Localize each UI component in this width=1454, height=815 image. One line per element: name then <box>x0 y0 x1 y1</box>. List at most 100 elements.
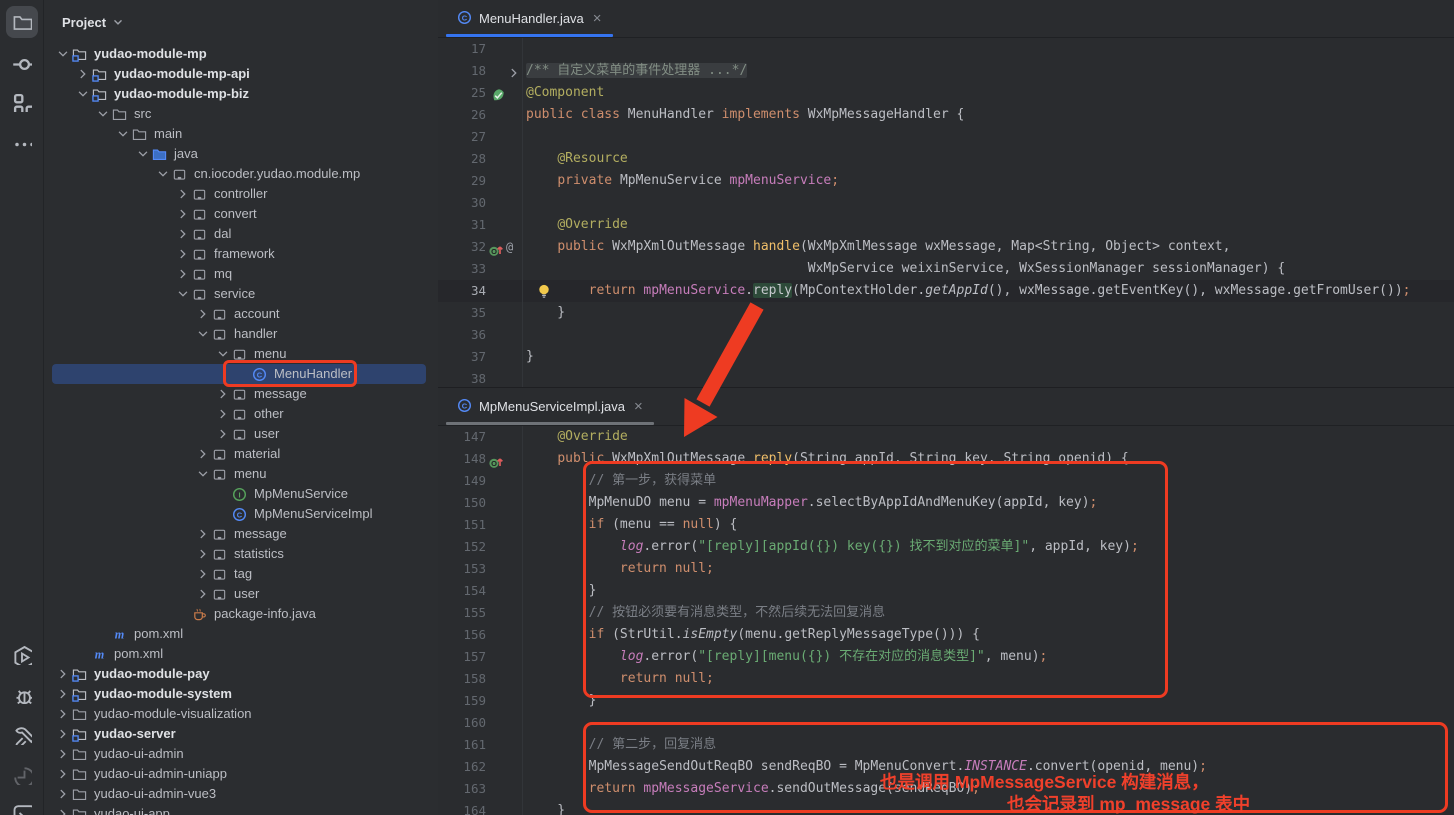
line-number[interactable]: 35 <box>438 302 486 324</box>
code-line-25[interactable]: 25@Component <box>438 82 1454 104</box>
code-line-161[interactable]: 161 // 第二步，回复消息 <box>438 734 1454 756</box>
project-icon[interactable] <box>6 6 38 38</box>
code-line-149[interactable]: 149 // 第一步，获得菜单 <box>438 470 1454 492</box>
code-line-26[interactable]: 26public class MenuHandler implements Wx… <box>438 104 1454 126</box>
tab-menuhandler-java[interactable]: C MenuHandler.java × <box>446 0 613 37</box>
expand-arrow-icon[interactable] <box>54 46 71 62</box>
gutter[interactable] <box>486 800 523 815</box>
line-number[interactable]: 153 <box>438 558 486 580</box>
gutter[interactable] <box>486 426 523 448</box>
gutter[interactable] <box>486 192 523 214</box>
structure-icon[interactable] <box>6 86 38 118</box>
collapse-arrow-icon[interactable] <box>174 226 191 242</box>
code-line-30[interactable]: 30 <box>438 192 1454 214</box>
tree-item-yudao-module-pay[interactable]: yudao-module-pay <box>52 664 426 684</box>
line-number[interactable]: 33 <box>438 258 486 280</box>
code-line-156[interactable]: 156 if (StrUtil.isEmpty(menu.getReplyMes… <box>438 624 1454 646</box>
code-line-163[interactable]: 163 return mpMessageService.sendOutMessa… <box>438 778 1454 800</box>
line-number[interactable]: 29 <box>438 170 486 192</box>
line-number[interactable]: 27 <box>438 126 486 148</box>
line-number[interactable]: 155 <box>438 602 486 624</box>
line-number[interactable]: 31 <box>438 214 486 236</box>
line-number[interactable]: 152 <box>438 536 486 558</box>
collapse-arrow-icon[interactable] <box>54 786 71 802</box>
gutter[interactable] <box>486 778 523 800</box>
code-line-159[interactable]: 159 } <box>438 690 1454 712</box>
gutter[interactable] <box>486 214 523 236</box>
tree-item-service[interactable]: service <box>52 284 426 304</box>
tree-item-statistics[interactable]: statistics <box>52 544 426 564</box>
gutter[interactable] <box>486 580 523 602</box>
more-icon[interactable] <box>6 126 38 158</box>
gutter[interactable] <box>486 368 523 387</box>
tree-item-yudao-module-mp-api[interactable]: yudao-module-mp-api <box>52 64 426 84</box>
code-mpmenuserviceimpl[interactable]: 147 @Override148O public WxMpXmlOutMessa… <box>438 426 1454 815</box>
gutter[interactable] <box>486 624 523 646</box>
project-header[interactable]: Project <box>45 0 437 44</box>
tree-item-src[interactable]: src <box>52 104 426 124</box>
gutter[interactable] <box>486 470 523 492</box>
line-number[interactable]: 28 <box>438 148 486 170</box>
tree-item-yudao-module-system[interactable]: yudao-module-system <box>52 684 426 704</box>
code-line-35[interactable]: 35 } <box>438 302 1454 324</box>
collapse-arrow-icon[interactable] <box>214 426 231 442</box>
line-number[interactable]: 25 <box>438 82 486 104</box>
gutter[interactable] <box>486 280 523 302</box>
tree-item-yudao-ui-admin-vue3[interactable]: yudao-ui-admin-vue3 <box>52 784 426 804</box>
line-number[interactable]: 159 <box>438 690 486 712</box>
tree-item-menuhandler[interactable]: CMenuHandler <box>52 364 426 384</box>
code-line-34[interactable]: 34 return mpMenuService.reply(MpContextH… <box>438 280 1454 302</box>
editor-menuhandler[interactable]: C MenuHandler.java × 1718/** 自定义菜单的事件处理器… <box>438 0 1454 387</box>
code-line-155[interactable]: 155 // 按钮必须要有消息类型，不然后续无法回复消息 <box>438 602 1454 624</box>
gutter[interactable] <box>486 346 523 368</box>
expand-arrow-icon[interactable] <box>174 286 191 302</box>
code-line-148[interactable]: 148O public WxMpXmlOutMessage reply(Stri… <box>438 448 1454 470</box>
collapse-arrow-icon[interactable] <box>214 386 231 402</box>
line-number[interactable]: 154 <box>438 580 486 602</box>
run-icon[interactable] <box>6 639 38 671</box>
collapse-arrow-icon[interactable] <box>54 806 71 815</box>
tree-item-mpmenuservice[interactable]: IMpMenuService <box>52 484 426 504</box>
line-number[interactable]: 164 <box>438 800 486 815</box>
collapse-arrow-icon[interactable] <box>54 666 71 682</box>
line-number[interactable]: 151 <box>438 514 486 536</box>
collapse-arrow-icon[interactable] <box>214 406 231 422</box>
expand-arrow-icon[interactable] <box>194 466 211 482</box>
line-number[interactable]: 156 <box>438 624 486 646</box>
tree-item-yudao-module-mp-biz[interactable]: yudao-module-mp-biz <box>52 84 426 104</box>
expand-arrow-icon[interactable] <box>134 146 151 162</box>
gutter[interactable] <box>486 302 523 324</box>
tree-item-other[interactable]: other <box>52 404 426 424</box>
expand-arrow-icon[interactable] <box>194 326 211 342</box>
gutter[interactable] <box>486 536 523 558</box>
code-line-147[interactable]: 147 @Override <box>438 426 1454 448</box>
gutter[interactable] <box>486 558 523 580</box>
line-number[interactable]: 163 <box>438 778 486 800</box>
tree-item-main[interactable]: main <box>52 124 426 144</box>
code-line-37[interactable]: 37} <box>438 346 1454 368</box>
tree-item-controller[interactable]: controller <box>52 184 426 204</box>
line-number[interactable]: 161 <box>438 734 486 756</box>
tab-mpmenuserviceimpl-java[interactable]: C MpMenuServiceImpl.java × <box>446 388 654 425</box>
tree-item-yudao-ui-app[interactable]: yudao-ui-app <box>52 804 426 815</box>
gutter[interactable] <box>486 668 523 690</box>
tree-item-java[interactable]: java <box>52 144 426 164</box>
line-number[interactable]: 162 <box>438 756 486 778</box>
tree-item-pom-xml[interactable]: mpom.xml <box>52 624 426 644</box>
gutter[interactable] <box>486 646 523 668</box>
tree-item-yudao-ui-admin[interactable]: yudao-ui-admin <box>52 744 426 764</box>
code-line-31[interactable]: 31 @Override <box>438 214 1454 236</box>
line-number[interactable]: 34 <box>438 280 486 302</box>
gutter[interactable] <box>486 514 523 536</box>
code-line-32[interactable]: 32O@ public WxMpXmlOutMessage handle(WxM… <box>438 236 1454 258</box>
tree-item-pom-xml[interactable]: mpom.xml <box>52 644 426 664</box>
profiler-icon[interactable] <box>6 759 38 791</box>
gutter[interactable] <box>486 492 523 514</box>
line-number[interactable]: 26 <box>438 104 486 126</box>
expand-arrow-icon[interactable] <box>154 166 171 182</box>
line-number[interactable]: 158 <box>438 668 486 690</box>
tree-item-handler[interactable]: handler <box>52 324 426 344</box>
code-line-154[interactable]: 154 } <box>438 580 1454 602</box>
close-icon[interactable]: × <box>634 399 643 414</box>
line-number[interactable]: 38 <box>438 368 486 387</box>
